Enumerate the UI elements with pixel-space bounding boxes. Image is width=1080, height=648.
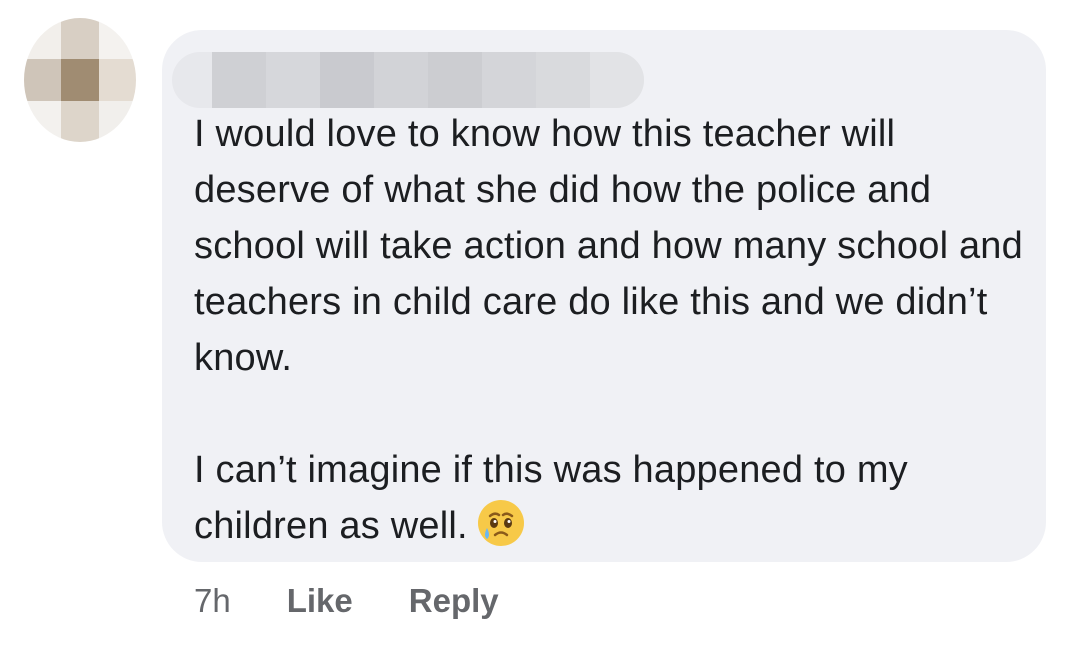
face-holding-back-tears-icon xyxy=(476,498,526,548)
comment-thread: I would love to know how this teacher wi… xyxy=(0,0,1080,648)
comment-paragraph: I would love to know how this teacher wi… xyxy=(194,113,1023,379)
like-button[interactable]: Like xyxy=(287,582,353,620)
comment-paragraph: I can’t imagine if this was happened to … xyxy=(194,442,1034,554)
comment-bubble: I would love to know how this teacher wi… xyxy=(162,30,1046,562)
author-name[interactable] xyxy=(172,52,644,108)
avatar[interactable] xyxy=(24,18,136,142)
comment-body: I would love to know how this teacher wi… xyxy=(194,106,1034,554)
reply-button[interactable]: Reply xyxy=(409,582,499,620)
timestamp[interactable]: 7h xyxy=(194,582,231,620)
comment-paragraph-text: I can’t imagine if this was happened to … xyxy=(194,449,908,547)
comment-actions: 7h Like Reply xyxy=(194,582,499,620)
